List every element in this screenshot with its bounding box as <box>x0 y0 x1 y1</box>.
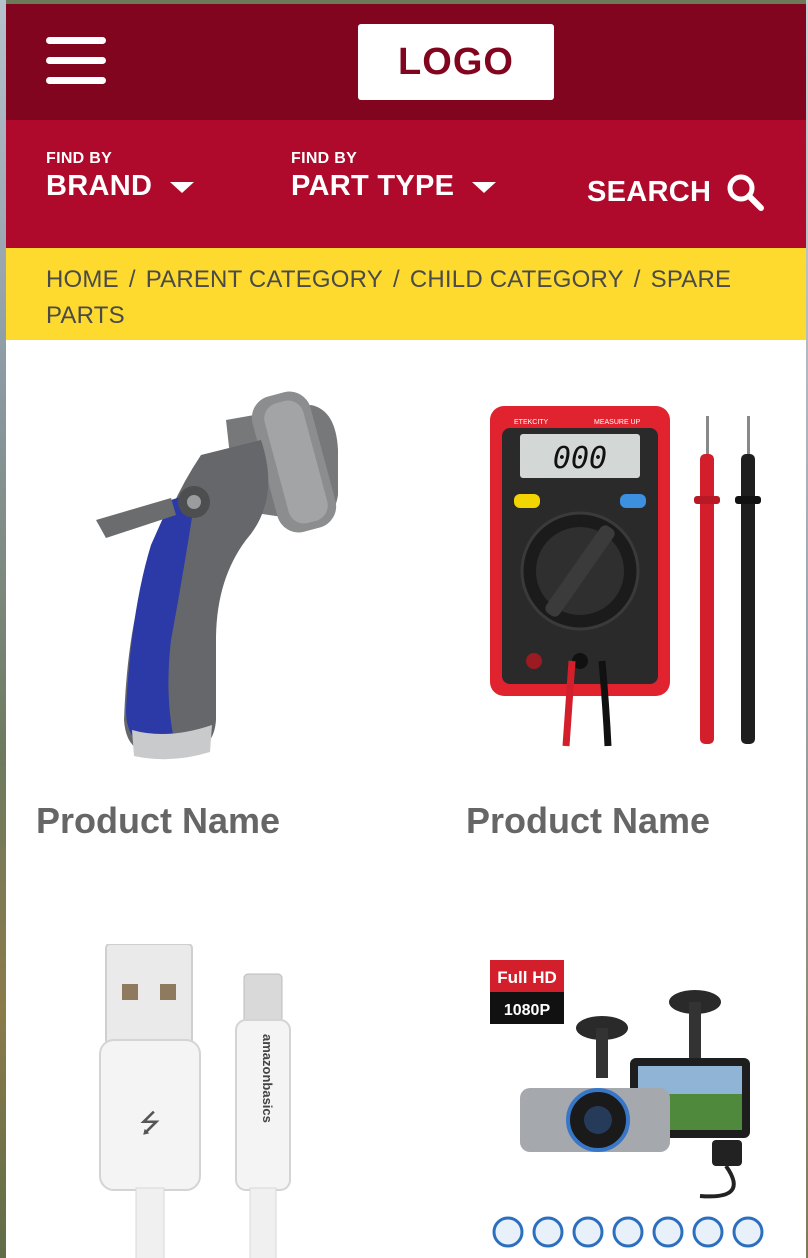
multimeter-brand: ETEKCITY <box>514 419 549 426</box>
breadcrumb-home[interactable]: HOME <box>46 266 119 293</box>
menu-line <box>46 77 106 84</box>
full-hd-badge: Full HD <box>497 968 557 987</box>
find-by-label: FIND BY <box>291 150 358 167</box>
multimeter-model: MEASURE UP <box>594 419 641 426</box>
breadcrumb-separator: / <box>128 266 136 293</box>
find-by-part-type-dropdown[interactable]: FIND BY PART TYPE <box>291 150 497 203</box>
menu-line <box>46 57 106 64</box>
dash-camera-image: Full HD 1080P <box>490 960 764 1248</box>
product-grid: Product Name 000 ETEKCITY MEASURE UP Pro… <box>6 340 806 1258</box>
chevron-down-icon <box>170 182 195 194</box>
product-card[interactable]: Full HD 1080P <box>464 930 784 1258</box>
multimeter-display: 000 <box>553 441 607 476</box>
search-label: SEARCH <box>587 175 712 208</box>
part-type-label: PART TYPE <box>291 170 455 202</box>
search-button[interactable]: SEARCH <box>587 172 765 212</box>
breadcrumb-child-category[interactable]: CHILD CATEGORY <box>410 266 624 293</box>
resolution-badge: 1080P <box>504 1002 551 1019</box>
search-icon <box>727 174 765 211</box>
breadcrumb-separator: / <box>392 266 400 293</box>
svg-text:⭍: ⭍ <box>139 1109 161 1139</box>
breadcrumb-separator: / <box>633 266 641 293</box>
hose-spray-nozzle-image <box>96 391 338 760</box>
cable-brand-text: amazonbasics <box>260 1034 275 1123</box>
hamburger-menu-icon[interactable] <box>46 37 106 85</box>
logo[interactable]: LOGO <box>358 24 554 100</box>
breadcrumb-parent-category[interactable]: PARENT CATEGORY <box>146 266 383 293</box>
mobile-page: LOGO FIND BY BRAND FIND BY PART TYPE SEA… <box>6 4 806 1258</box>
product-name[interactable]: Product Name <box>36 800 280 842</box>
top-bar: LOGO <box>6 4 806 120</box>
digital-multimeter-image: 000 ETEKCITY MEASURE UP <box>490 406 761 747</box>
breadcrumb: HOME / PARENT CATEGORY / CHILD CATEGORY / SPAR… <box>6 248 806 340</box>
find-by-label: FIND BY <box>46 150 113 167</box>
product-card[interactable]: ⭍ amazonbasics <box>36 930 396 1258</box>
product-card[interactable]: 000 ETEKCITY MEASURE UP Product Name <box>464 370 784 850</box>
chevron-down-icon <box>472 182 497 194</box>
brand-label: BRAND <box>46 170 153 202</box>
menu-line <box>46 37 106 44</box>
find-by-brand-dropdown[interactable]: FIND BY BRAND <box>46 150 195 203</box>
usb-lightning-cable-image: ⭍ amazonbasics <box>99 944 291 1258</box>
filter-nav-bar: FIND BY BRAND FIND BY PART TYPE SEARCH <box>6 120 806 248</box>
product-card[interactable]: Product Name <box>36 370 396 850</box>
product-name[interactable]: Product Name <box>466 800 710 842</box>
